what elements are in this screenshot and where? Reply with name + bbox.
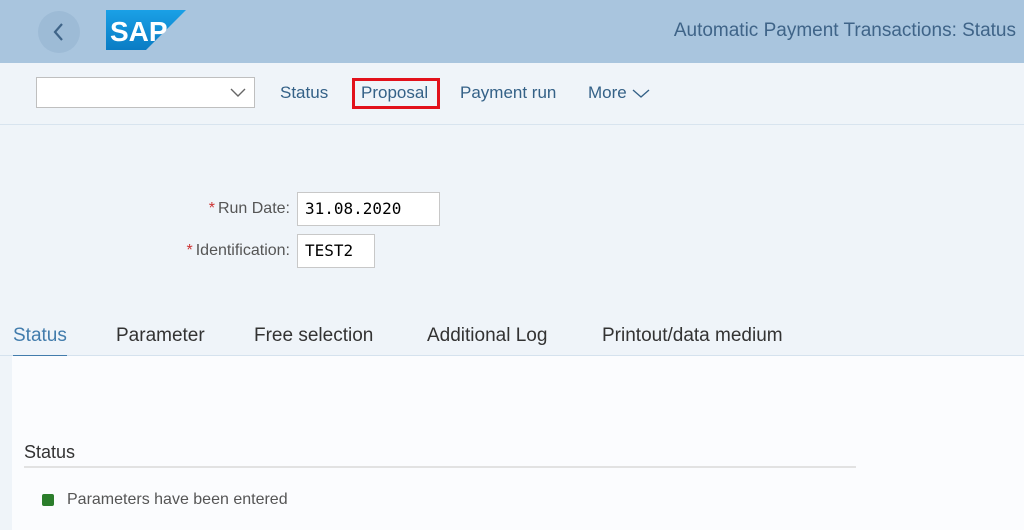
more-button[interactable]: More [588, 83, 650, 103]
toolbar: Status Proposal Payment run More [0, 63, 1024, 125]
chevron-down-icon [632, 89, 650, 98]
required-marker: * [186, 242, 193, 259]
more-label: More [588, 83, 627, 102]
tab-content: Status Parameters have been entered [12, 356, 1024, 530]
proposal-button[interactable]: Proposal [361, 83, 428, 103]
logo-text: SAP [110, 16, 168, 47]
tab-printout-data-medium[interactable]: Printout/data medium [602, 325, 783, 355]
run-date-label: * Run Date: [208, 200, 290, 217]
tab-free-selection[interactable]: Free selection [254, 325, 373, 355]
payment-run-button[interactable]: Payment run [460, 83, 556, 103]
chevron-left-icon [53, 23, 63, 41]
app-title: Automatic Payment Transactions: Status [673, 20, 1016, 41]
status-item: Parameters have been entered [42, 491, 288, 509]
green-status-indicator-icon [42, 494, 54, 506]
tab-bar: Status Parameter Free selection Addition… [0, 318, 1024, 357]
tab-status[interactable]: Status [13, 325, 67, 357]
identification-label: * Identification: [186, 242, 290, 259]
sap-logo: SAP [106, 10, 186, 50]
back-button[interactable] [38, 11, 80, 53]
status-item-text: Parameters have been entered [67, 491, 288, 508]
tab-parameter[interactable]: Parameter [116, 325, 205, 355]
run-date-input[interactable]: 31.08.2020 [297, 192, 440, 226]
status-button[interactable]: Status [280, 83, 328, 103]
status-section-title: Status [24, 442, 76, 462]
chevron-down-icon [230, 88, 246, 97]
shell-header: SAP Automatic Payment Transactions: Stat… [0, 0, 1024, 63]
tab-additional-log[interactable]: Additional Log [427, 325, 547, 355]
variant-select[interactable] [36, 77, 255, 108]
required-marker: * [208, 200, 215, 217]
section-divider [24, 466, 856, 468]
identification-input[interactable]: TEST2 [297, 234, 375, 268]
